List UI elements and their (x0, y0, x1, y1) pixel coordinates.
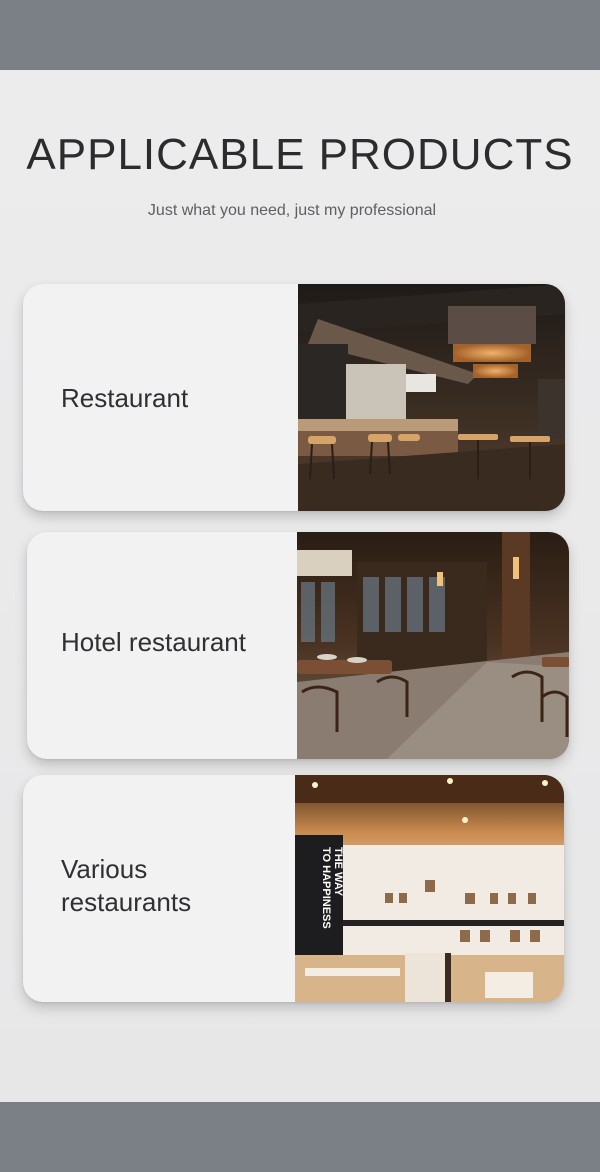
restaurant-bar-photo (298, 284, 565, 511)
card-various-restaurants[interactable]: Various restaurants THE WAY TO HAPPINESS (23, 775, 564, 1002)
bottom-bar (0, 1102, 600, 1172)
card-label-line-2: restaurants (61, 887, 192, 917)
card-label: Various restaurants (61, 853, 191, 919)
card-label-line-1: Various (61, 854, 148, 884)
various-restaurants-photo: THE WAY TO HAPPINESS (295, 775, 564, 1002)
page-subtitle: Just what you need, just my professional (147, 202, 437, 219)
card-restaurant[interactable]: Restaurant (23, 284, 565, 511)
hotel-restaurant-photo (297, 532, 569, 759)
wall-text-line-2: TO HAPPINESS (320, 847, 332, 929)
page-title: APPLICABLE PRODUCTS (26, 130, 574, 179)
card-label: Restaurant (61, 383, 189, 413)
card-hotel-restaurant[interactable]: Hotel restaurant (27, 532, 569, 759)
top-bar (0, 0, 600, 70)
wall-text-line-1: THE WAY (332, 847, 344, 897)
card-label: Hotel restaurant (61, 627, 246, 657)
